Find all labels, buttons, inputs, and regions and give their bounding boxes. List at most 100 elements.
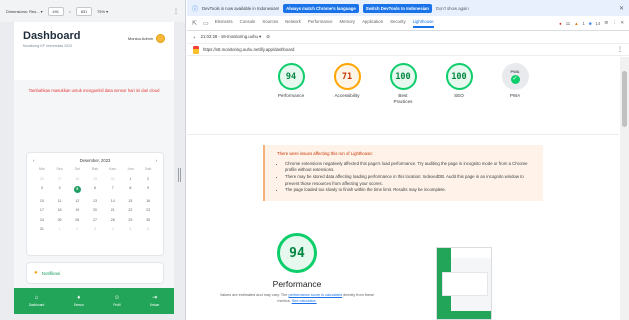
clear-icon[interactable]: ⊘ [266,34,270,40]
inspect-icon[interactable]: ⇱ [192,20,197,27]
avatar[interactable] [156,34,165,43]
report-scrollbar[interactable] [620,57,629,320]
more-icon[interactable]: ⋮ [612,20,616,26]
calendar-day[interactable]: 16 [139,199,157,203]
calendar-dow: Sel [74,167,80,171]
gauge-accessibility[interactable]: 71 Accessibility [327,63,367,134]
calendar-day[interactable]: 26 [33,177,51,181]
report-select[interactable]: 21:02:28 - s8-monitoring.uuhu ▾ [201,34,262,40]
width-input[interactable]: 491 [47,6,64,16]
dont-show-again-link[interactable]: Don't show again [436,6,469,11]
notification-label: Notifikasi [41,270,61,276]
calendar-day[interactable]: 23 [139,208,157,212]
performance-score-gauge[interactable]: 94 [277,233,317,273]
calendar-day[interactable]: 14 [104,199,122,203]
calendar-day[interactable]: 19 [68,208,86,212]
tab-lighthouse[interactable]: Lighthouse [412,19,434,28]
calculator-link[interactable]: See calculator. [292,299,317,303]
nav-sensor-icon: ♦ [77,295,81,301]
gauge-score: 71 [333,63,361,90]
more-options-icon[interactable]: ⋮ [173,8,179,15]
match-language-button[interactable]: Always match Chrome's language [283,3,359,13]
gauge-performance[interactable]: 94 Performance [271,63,311,134]
nav-item-dashboard[interactable]: ⌂ Dashboard [29,295,45,307]
calendar-day[interactable]: 3 [86,227,104,231]
report-menu-icon[interactable]: ⋮ [617,46,623,53]
scrollbar-thumb[interactable] [622,71,627,127]
calendar-day[interactable]: 28 [104,218,122,222]
calendar-day[interactable]: 3 [33,186,51,193]
perf-desc-text: Values are estimated and may vary. The [219,293,289,297]
device-toggle-icon[interactable]: ▭ [203,20,209,27]
calendar-day[interactable]: 22 [122,208,140,212]
gauge-best-practices[interactable]: 100 Best Practices [383,63,423,134]
tab-console[interactable]: Console [240,19,256,28]
zoom-select[interactable]: 75% ▾ [97,9,108,14]
nav-item-sensor[interactable]: ♦ Sensor [74,295,84,307]
calendar-day[interactable]: 30 [104,177,122,181]
nav-item-keluar[interactable]: ⇥ Keluar [150,295,159,307]
final-screenshot-thumbnail[interactable] [436,247,492,320]
nav-label: Profil [113,303,121,307]
calendar-day[interactable]: 4 [104,227,122,231]
calendar-day[interactable]: 31 [33,227,51,231]
calendar-day[interactable]: 2 [139,177,157,181]
calendar-day[interactable]: 1 [122,177,140,181]
gauge-seo[interactable]: 100 SEO [439,63,479,134]
calendar-day[interactable]: 1 [51,227,69,231]
calendar-day[interactable]: 2 [68,227,86,231]
next-month-icon[interactable]: › [156,158,157,163]
calendar-day[interactable]: 9 [139,186,157,193]
calendar-day[interactable]: 24 [33,218,51,222]
tab-performance[interactable]: Performance [308,19,333,28]
calendar-day[interactable]: 26 [68,218,86,222]
report-url[interactable]: https://s8.monitoring.uuhu.netlify.app/d… [203,47,294,52]
calendar-day[interactable]: 11 [51,199,69,203]
prev-month-icon[interactable]: ‹ [33,158,34,163]
calendar-day[interactable]: 27 [51,177,69,181]
calendar-day[interactable]: 13 [86,199,104,203]
calendar-day[interactable]: 15 [122,199,140,203]
calendar-day[interactable]: 29 [122,218,140,222]
tab-application[interactable]: Application [362,19,383,28]
calendar-day[interactable]: 30 [139,218,157,222]
nav-item-profil[interactable]: ☺ Profil [113,295,120,307]
user-menu[interactable]: Monica Admin [128,34,165,43]
height-input[interactable]: 831 [76,6,93,16]
calendar-day[interactable]: 17 [33,208,51,212]
calendar-day[interactable]: 18 [51,208,69,212]
calendar-day[interactable]: 29 [86,177,104,181]
notification-card[interactable]: ● Notifikasi [26,262,164,284]
calendar-day[interactable]: 10 [33,199,51,203]
calendar-day[interactable]: 6 [86,186,104,193]
perf-score-link[interactable]: performance score is calculated [288,293,342,297]
resize-handle[interactable] [178,168,181,182]
calendar-day[interactable]: 12 [68,199,86,203]
calendar-day[interactable]: 7 [104,186,122,193]
tab-memory[interactable]: Memory [340,19,356,28]
calendar-day[interactable]: 27 [86,218,104,222]
calendar-day[interactable]: 5 [73,186,81,193]
calendar-day[interactable]: 5 [122,227,140,231]
calendar-day[interactable]: 8 [122,186,140,193]
tab-security[interactable]: Security [390,19,406,28]
calendar-day[interactable]: 6 [139,227,157,231]
close-devtools-icon[interactable]: ✕ [620,20,624,26]
switch-language-button[interactable]: Switch DevTools to Indonesian [362,3,432,13]
new-report-icon[interactable]: + [193,35,196,40]
tab-sources[interactable]: Sources [262,19,278,28]
calendar-day[interactable]: 4 [51,186,69,193]
gauge-pwa[interactable]: PWA ✓ PWA [495,63,535,134]
calendar-day[interactable]: 25 [51,218,69,222]
warning-item: There may be stored data affecting loadi… [285,174,533,187]
calendar-day[interactable]: 28 [68,177,86,181]
error-count: 11 [565,20,571,26]
calendar-day[interactable]: 21 [104,208,122,212]
tab-elements[interactable]: Elements [215,19,233,28]
device-select[interactable]: Dimensions: Res... ▾ [6,9,43,14]
issue-counters[interactable]: ● 11 ▲ 1 ■ 14 ⚙ ⋮ ✕ [559,20,624,26]
settings-icon[interactable]: ⚙ [604,20,608,26]
calendar-day[interactable]: 20 [86,208,104,212]
close-icon[interactable]: ✕ [619,5,624,12]
tab-network[interactable]: Network [285,19,301,28]
